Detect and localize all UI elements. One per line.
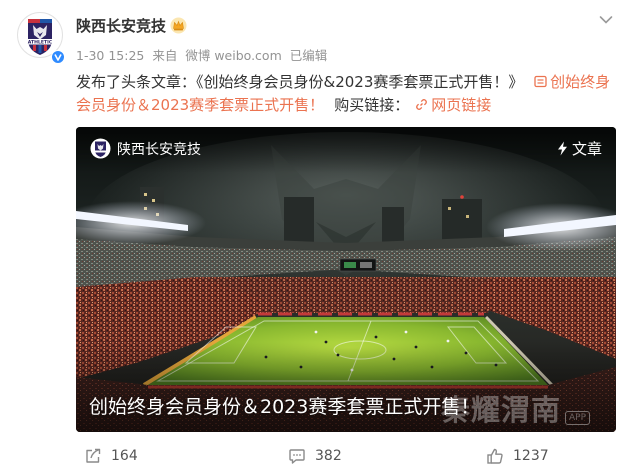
like-icon (487, 448, 503, 464)
buy-label: 购买链接： (334, 96, 410, 114)
post-time[interactable]: 1-30 15:25 (76, 48, 144, 63)
link-icon (416, 99, 428, 110)
article-card[interactable]: 陕西长安竞技 文章 创始终身会员身份＆2023赛季套票正式开售！ 秦耀渭南 AP… (76, 127, 616, 432)
post-meta: 1-30 15:25 来自 微博 weibo.com 已编辑 (76, 45, 331, 64)
repost-icon (86, 448, 101, 463)
crown-icon[interactable] (170, 17, 187, 34)
card-type: 文章 (557, 138, 602, 159)
author-row: 陕西长安竞技 (76, 14, 187, 36)
web-link-label: 网页链接 (431, 96, 492, 114)
article-icon (534, 75, 547, 88)
author-name[interactable]: 陕西长安竞技 (76, 15, 166, 36)
like-count: 1237 (513, 448, 549, 464)
like-button[interactable]: 1237 (486, 447, 549, 465)
chevron-down-icon[interactable] (599, 15, 613, 25)
comment-button[interactable]: 382 (288, 447, 342, 465)
post-text: 发布了头条文章：《创始终身会员身份&2023赛季套票正式开售！》 创始终身会员身… (76, 71, 618, 117)
stadium-image (76, 127, 616, 432)
card-type-label: 文章 (571, 140, 602, 158)
card-author: 陕西长安竞技 (117, 141, 201, 158)
card-header: 陕西长安竞技 (90, 138, 201, 159)
repost-button[interactable]: 164 (84, 447, 138, 465)
card-avatar (90, 138, 111, 159)
edited-label[interactable]: 已编辑 (290, 48, 328, 63)
from-label: 来自 (152, 48, 178, 63)
verified-icon (51, 50, 65, 64)
card-caption: 创始终身会员身份＆2023赛季套票正式开售！ (89, 396, 480, 418)
comment-icon (289, 449, 305, 464)
avatar-lettering: ATHLETIC (28, 40, 53, 46)
comment-count: 382 (315, 448, 342, 464)
lightning-icon (557, 141, 567, 156)
repost-count: 164 (111, 448, 138, 464)
web-link[interactable]: 网页链接 (409, 96, 491, 114)
post-text-prefix: 发布了头条文章：《创始终身会员身份&2023赛季套票正式开售！》 (76, 73, 524, 91)
post-source[interactable]: 微博 weibo.com (185, 48, 281, 63)
